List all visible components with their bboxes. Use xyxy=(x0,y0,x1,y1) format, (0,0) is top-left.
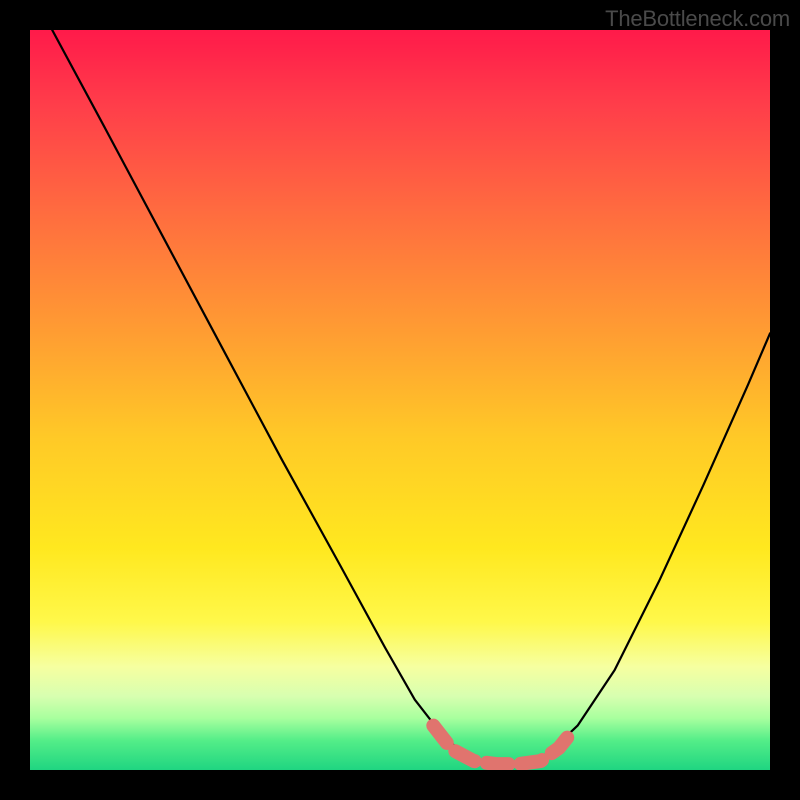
chart-background xyxy=(30,30,770,770)
plot-area xyxy=(30,30,770,770)
chart-frame: TheBottleneck.com xyxy=(0,0,800,800)
chart-svg xyxy=(30,30,770,770)
attribution-text: TheBottleneck.com xyxy=(605,6,790,32)
